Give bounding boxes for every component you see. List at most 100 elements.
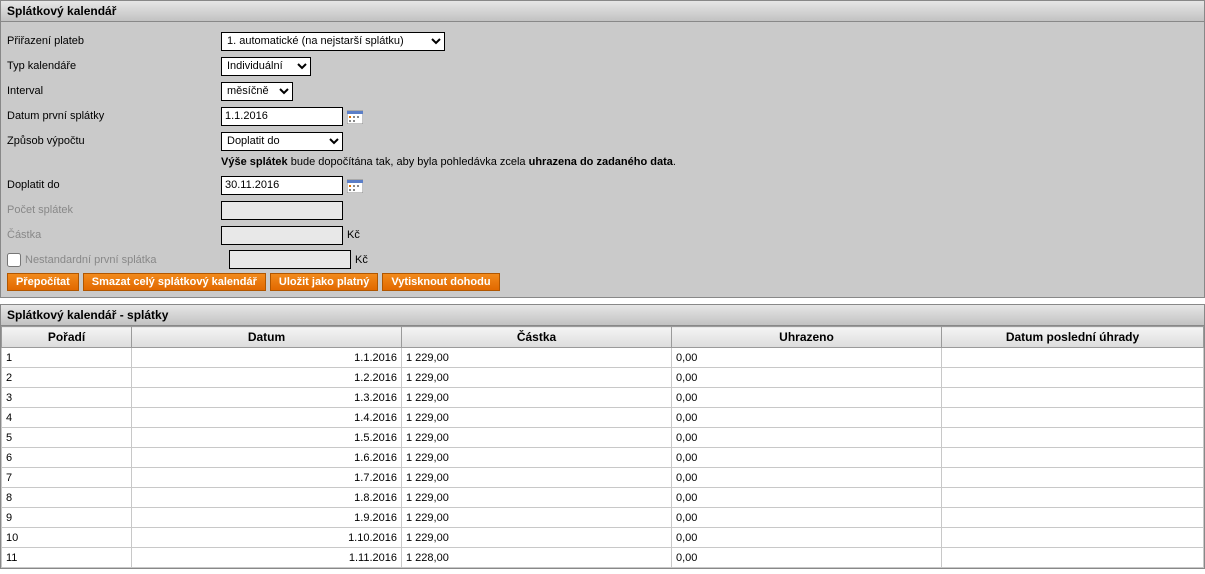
cell-last-payment-date [942, 488, 1204, 508]
cell-paid: 0,00 [672, 528, 942, 548]
cell-order: 1 [2, 348, 132, 368]
cell-paid: 0,00 [672, 348, 942, 368]
cell-amount: 1 229,00 [402, 528, 672, 548]
cell-date: 1.9.2016 [132, 508, 402, 528]
cell-amount: 1 229,00 [402, 388, 672, 408]
cell-last-payment-date [942, 408, 1204, 428]
panel-title: Splátkový kalendář - splátky [1, 305, 1204, 326]
label-payment-assignment: Přiřazení plateb [7, 35, 221, 47]
calendar-icon[interactable] [347, 109, 363, 124]
label-payment-count: Počet splátek [7, 204, 221, 216]
payments-table: Pořadí Datum Částka Uhrazeno Datum posle… [1, 326, 1204, 568]
cell-order: 2 [2, 368, 132, 388]
cell-date: 1.5.2016 [132, 428, 402, 448]
cell-order: 5 [2, 428, 132, 448]
cell-last-payment-date [942, 428, 1204, 448]
select-calculation-method[interactable]: Doplatit do [221, 132, 343, 151]
cell-amount: 1 229,00 [402, 508, 672, 528]
label-calendar-type: Typ kalendáře [7, 60, 221, 72]
cell-amount: 1 229,00 [402, 468, 672, 488]
cell-last-payment-date [942, 448, 1204, 468]
cell-amount: 1 229,00 [402, 408, 672, 428]
save-as-valid-button[interactable]: Uložit jako platný [270, 273, 378, 291]
cell-order: 9 [2, 508, 132, 528]
input-first-payment-date[interactable] [221, 107, 343, 126]
delete-calendar-button[interactable]: Smazat celý splátkový kalendář [83, 273, 266, 291]
panel-title: Splátkový kalendář [1, 1, 1204, 22]
cell-amount: 1 229,00 [402, 488, 672, 508]
cell-date: 1.8.2016 [132, 488, 402, 508]
cell-paid: 0,00 [672, 468, 942, 488]
cell-order: 11 [2, 548, 132, 568]
col-header-last-payment-date[interactable]: Datum poslední úhrady [942, 327, 1204, 348]
cell-paid: 0,00 [672, 368, 942, 388]
label-nonstandard-first: Nestandardní první splátka [25, 254, 217, 266]
cell-date: 1.2.2016 [132, 368, 402, 388]
print-agreement-button[interactable]: Vytisknout dohodu [382, 273, 499, 291]
cell-paid: 0,00 [672, 448, 942, 468]
cell-date: 1.1.2016 [132, 348, 402, 368]
cell-order: 3 [2, 388, 132, 408]
currency-label: Kč [355, 254, 368, 266]
input-amount [221, 226, 343, 245]
col-header-amount[interactable]: Částka [402, 327, 672, 348]
select-interval[interactable]: měsíčně [221, 82, 293, 101]
calculation-description: Výše splátek bude dopočítána tak, aby by… [7, 156, 1198, 168]
input-pay-until[interactable] [221, 176, 343, 195]
table-row[interactable]: 81.8.20161 229,000,00 [2, 488, 1204, 508]
cell-paid: 0,00 [672, 488, 942, 508]
table-row[interactable]: 21.2.20161 229,000,00 [2, 368, 1204, 388]
cell-paid: 0,00 [672, 388, 942, 408]
table-row[interactable]: 71.7.20161 229,000,00 [2, 468, 1204, 488]
cell-order: 8 [2, 488, 132, 508]
cell-paid: 0,00 [672, 408, 942, 428]
cell-amount: 1 229,00 [402, 428, 672, 448]
input-nonstandard-first-amount [229, 250, 351, 269]
label-first-payment-date: Datum první splátky [7, 110, 221, 122]
cell-last-payment-date [942, 468, 1204, 488]
cell-amount: 1 228,00 [402, 548, 672, 568]
payments-table-panel: Splátkový kalendář - splátky Pořadí Datu… [0, 304, 1205, 569]
select-payment-assignment[interactable]: 1. automatické (na nejstarší splátku) [221, 32, 445, 51]
cell-order: 6 [2, 448, 132, 468]
cell-amount: 1 229,00 [402, 448, 672, 468]
label-calculation-method: Způsob výpočtu [7, 135, 221, 147]
cell-order: 4 [2, 408, 132, 428]
table-row[interactable]: 41.4.20161 229,000,00 [2, 408, 1204, 428]
select-calendar-type[interactable]: Individuální [221, 57, 311, 76]
table-row[interactable]: 61.6.20161 229,000,00 [2, 448, 1204, 468]
label-amount: Částka [7, 229, 221, 241]
cell-last-payment-date [942, 508, 1204, 528]
cell-paid: 0,00 [672, 548, 942, 568]
recalculate-button[interactable]: Přepočítat [7, 273, 79, 291]
cell-date: 1.11.2016 [132, 548, 402, 568]
checkbox-nonstandard-first[interactable] [7, 253, 21, 267]
table-row[interactable]: 111.11.20161 228,000,00 [2, 548, 1204, 568]
cell-amount: 1 229,00 [402, 348, 672, 368]
col-header-order[interactable]: Pořadí [2, 327, 132, 348]
table-row[interactable]: 31.3.20161 229,000,00 [2, 388, 1204, 408]
cell-last-payment-date [942, 368, 1204, 388]
cell-date: 1.10.2016 [132, 528, 402, 548]
cell-order: 7 [2, 468, 132, 488]
table-row[interactable]: 101.10.20161 229,000,00 [2, 528, 1204, 548]
cell-order: 10 [2, 528, 132, 548]
cell-paid: 0,00 [672, 428, 942, 448]
cell-date: 1.7.2016 [132, 468, 402, 488]
cell-last-payment-date [942, 528, 1204, 548]
label-pay-until: Doplatit do [7, 179, 221, 191]
cell-date: 1.4.2016 [132, 408, 402, 428]
input-payment-count [221, 201, 343, 220]
table-row[interactable]: 11.1.20161 229,000,00 [2, 348, 1204, 368]
cell-last-payment-date [942, 548, 1204, 568]
cell-date: 1.3.2016 [132, 388, 402, 408]
table-row[interactable]: 91.9.20161 229,000,00 [2, 508, 1204, 528]
calendar-icon[interactable] [347, 178, 363, 193]
col-header-paid[interactable]: Uhrazeno [672, 327, 942, 348]
label-interval: Interval [7, 85, 221, 97]
cell-last-payment-date [942, 388, 1204, 408]
col-header-date[interactable]: Datum [132, 327, 402, 348]
cell-amount: 1 229,00 [402, 368, 672, 388]
payment-calendar-panel: Splátkový kalendář Přiřazení plateb 1. a… [0, 0, 1205, 298]
table-row[interactable]: 51.5.20161 229,000,00 [2, 428, 1204, 448]
